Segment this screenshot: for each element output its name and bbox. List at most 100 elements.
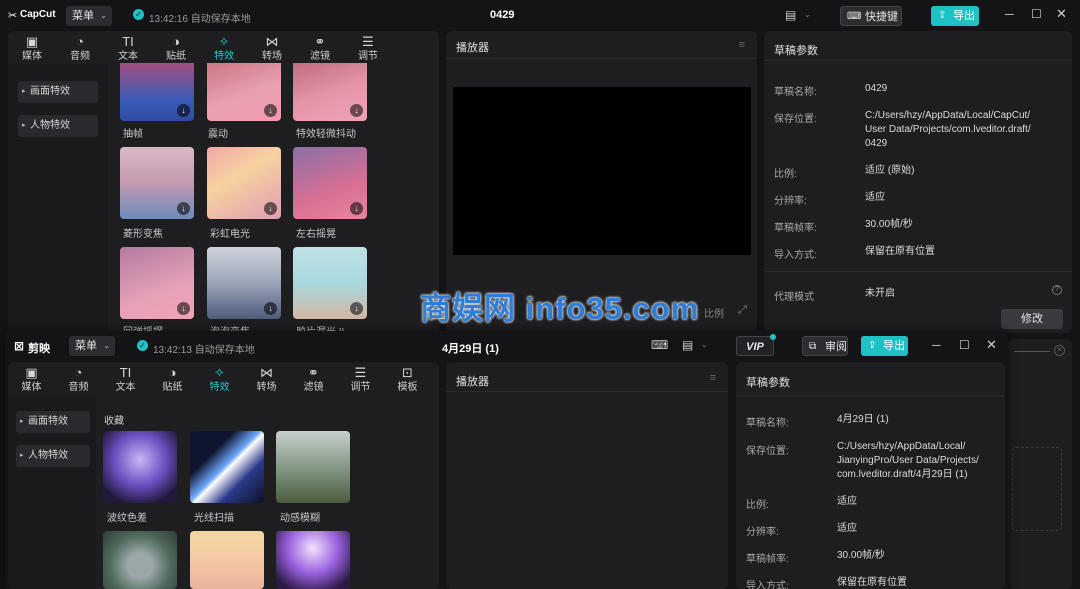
download-icon[interactable]: ↓ [177,104,190,117]
jianying-export-button[interactable]: ⇪ 导出 [861,336,908,356]
prop-key: 代理模式 [774,292,814,303]
download-icon[interactable]: ↓ [177,202,190,215]
jianying-media-panel: ▣ 媒体 ◔ 音频 TI 文本 ◑ 贴纸 ✧ 特效 ⋈ 转场 ⚭ 滤镜 ☰ 调节 ⊡ 模板 画面特… [8,362,439,589]
close-circle-icon[interactable]: ✕ [1054,345,1065,356]
keyboard-icon[interactable]: ⌨ [651,338,668,352]
maximize-icon[interactable]: ☐ [1031,7,1042,21]
tab-effects[interactable]: ✧ 特效 [200,31,248,63]
tab-transition[interactable]: ⋈ 转场 [243,362,290,395]
tab-transition[interactable]: ⋈ 转场 [248,31,296,63]
tab-text[interactable]: TI 文本 [104,31,152,63]
effect-thumb[interactable] [276,431,350,503]
sidebar-item-screen-effects[interactable]: 画面特效 [18,81,98,103]
menu-icon[interactable]: ≡ [710,372,716,384]
layout-icon[interactable]: ▤ [785,8,796,22]
shortcut-button[interactable]: ⌨ 快捷键 [840,6,902,26]
download-icon[interactable]: ↓ [350,104,363,117]
prop-key: 保存位置: [746,446,789,457]
maximize-icon[interactable]: ☐ [959,338,970,352]
download-icon[interactable]: ↓ [350,202,363,215]
effect-thumb[interactable]: ↓ [207,147,281,219]
capcut-export-button[interactable]: ⇪ 导出 [931,6,979,26]
capcut-sidebar [8,64,108,333]
player-header: 播放器 ≡ [446,362,728,392]
modify-label: 修改 [1021,313,1043,325]
download-icon[interactable]: ↓ [264,302,277,315]
download-icon[interactable]: ↓ [264,202,277,215]
tab-effects[interactable]: ✧ 特效 [196,362,243,395]
tab-template[interactable]: ⊡ 模板 [384,362,431,395]
tab-label: 特效 [209,382,230,393]
effect-thumb[interactable]: ↓ [120,247,194,319]
tab-media[interactable]: ▣ 媒体 [8,31,56,63]
video-preview[interactable] [453,87,751,255]
drop-area[interactable] [1012,447,1062,531]
jianying-menu-button[interactable]: 菜单 ⌄ [69,336,115,356]
tab-filter[interactable]: ⚭ 滤镜 [296,31,344,63]
effect-thumb[interactable]: ↓ [293,247,367,319]
minimize-icon[interactable]: ─ [932,338,941,352]
tab-label: 贴纸 [162,382,183,393]
prop-key: 草稿帧率: [746,554,789,565]
sidebar-item-person-effects[interactable]: 人物特效 [16,445,90,467]
effect-thumb[interactable]: ↓ [207,247,281,319]
tab-adjust[interactable]: ☰ 调节 [344,31,392,63]
capcut-tabs: ▣ 媒体 ◔ 音频 TI 文本 ◑ 贴纸 ✧ 特效 ⋈ 转场 ⚭ 滤镜 ☰ 调节 [8,31,439,63]
tab-label: 音频 [68,382,89,393]
download-icon[interactable]: ↓ [177,302,190,315]
minimize-icon[interactable]: ─ [1005,7,1014,21]
tab-sticker[interactable]: ◑ 贴纸 [149,362,196,395]
tab-audio[interactable]: ◔ 音频 [55,362,102,395]
effect-thumb[interactable]: ↓ [120,147,194,219]
chevron-down-icon[interactable]: ⌄ [804,10,811,19]
filter-icon: ⚭ [314,34,326,49]
prop-key: 分辨率: [774,196,807,207]
effect-label: 左右摇晃 [296,229,336,240]
tab-media[interactable]: ▣ 媒体 [8,362,55,395]
player-title: 播放器 [456,376,489,388]
help-icon[interactable]: ? [1052,285,1062,295]
tab-label: 文本 [118,51,138,62]
close-icon[interactable]: ✕ [986,337,997,353]
prop-key: 保存位置: [774,114,817,125]
menu-icon[interactable]: ≡ [739,39,745,51]
capcut-menu-label: 菜单 [72,10,94,22]
modify-button[interactable]: 修改 [1001,309,1063,329]
watermark-text: 商娱网 info35.com [420,291,700,326]
prop-value: 未开启 [865,288,895,299]
effect-thumb[interactable] [190,431,264,503]
review-label: 审阅 [825,341,847,353]
effect-thumb[interactable] [103,531,177,589]
download-icon[interactable]: ↓ [264,104,277,117]
tab-sticker[interactable]: ◑ 贴纸 [152,31,200,63]
effect-thumb[interactable] [190,531,264,589]
capcut-menu-button[interactable]: 菜单 ⌄ [66,6,112,26]
layout-icon[interactable]: ▤ [682,338,693,352]
tab-adjust[interactable]: ☰ 调节 [337,362,384,395]
effect-thumb[interactable]: ↓ [293,147,367,219]
export-icon: ⇪ [868,340,877,351]
keyboard-icon: ⌨ [847,11,862,22]
effect-thumb[interactable] [103,431,177,503]
player-header: 播放器 ≡ [446,31,757,59]
tab-label: 贴纸 [166,51,186,62]
sidebar-item-label: 人物特效 [30,120,70,131]
sidebar-item-person-effects[interactable]: 人物特效 [18,115,98,137]
video-preview[interactable] [446,393,728,589]
sidebar-item-screen-effects[interactable]: 画面特效 [16,411,90,433]
chevron-down-icon: ⌄ [103,341,110,350]
effect-thumb[interactable] [276,531,350,589]
tab-filter[interactable]: ⚭ 滤镜 [290,362,337,395]
close-icon[interactable]: ✕ [1056,6,1067,22]
ratio-label[interactable]: 比例 [704,305,724,320]
tab-label: 文本 [115,382,136,393]
chevron-down-icon[interactable]: ⌄ [701,340,708,349]
vip-badge[interactable]: VIP [736,334,776,356]
tab-audio[interactable]: ◔ 音频 [56,31,104,63]
review-button[interactable]: ⧉ 审阅 [802,336,848,356]
fullscreen-icon[interactable]: ⤢ [738,304,747,317]
download-icon[interactable]: ↓ [350,302,363,315]
tab-text[interactable]: TI 文本 [102,362,149,395]
capcut-project-title: 0429 [490,9,515,21]
autosave-check-icon: ✓ [137,340,148,351]
